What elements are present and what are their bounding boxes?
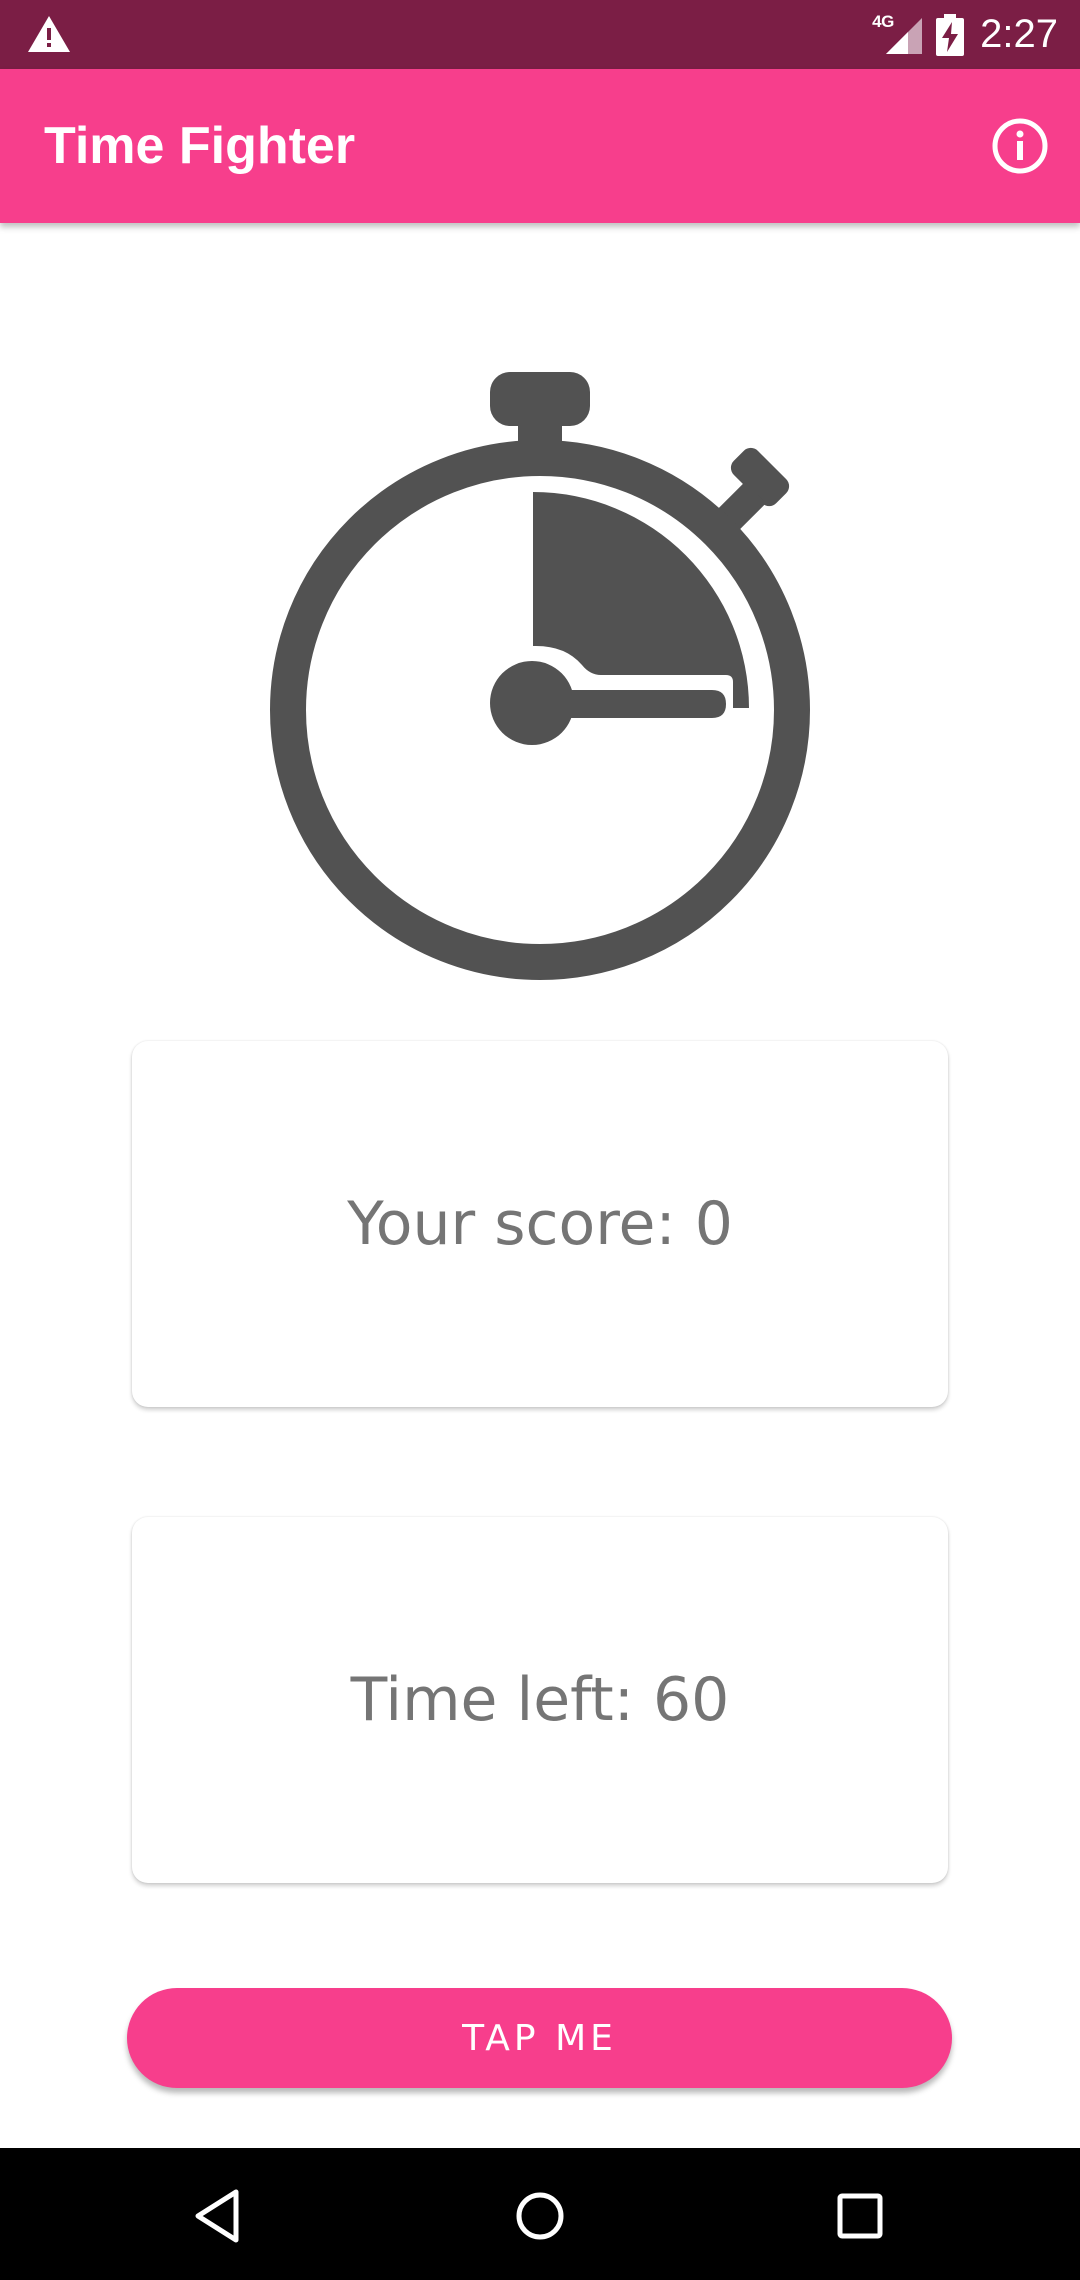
time-left-card: Time left: 60	[132, 1517, 948, 1883]
app-title: Time Fighter	[44, 117, 356, 175]
score-text: Your score: 0	[347, 1189, 733, 1259]
back-icon[interactable]	[188, 2184, 252, 2248]
info-icon[interactable]	[990, 116, 1050, 176]
status-bar: 4G 2:27	[0, 0, 1080, 69]
recents-icon[interactable]	[828, 2184, 892, 2248]
stopwatch-icon	[270, 372, 810, 980]
screen: 4G 2:27 Time Fighter Your score: 0 Time …	[0, 0, 1080, 2280]
signal-indicator: 4G	[872, 12, 924, 58]
app-bar: Time Fighter	[0, 69, 1080, 223]
tap-me-button[interactable]: TAP ME	[127, 1988, 952, 2088]
status-time: 2:27	[980, 12, 1058, 56]
home-icon[interactable]	[508, 2184, 572, 2248]
score-card: Your score: 0	[132, 1041, 948, 1407]
signal-icon	[886, 17, 923, 54]
battery-charging-icon	[936, 13, 965, 56]
warning-icon	[28, 16, 70, 52]
navigation-bar	[0, 2148, 1080, 2280]
status-indicators: 4G 2:27	[872, 0, 1058, 69]
time-left-text: Time left: 60	[350, 1665, 730, 1735]
